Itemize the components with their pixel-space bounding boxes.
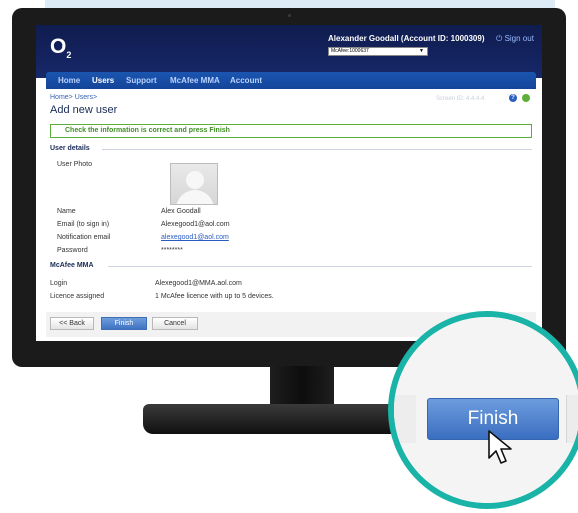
back-button[interactable]: << Back bbox=[50, 317, 94, 330]
zoom-neighbor-button bbox=[566, 395, 578, 443]
email-label: Email (to sign in) bbox=[57, 221, 110, 228]
divider bbox=[102, 149, 532, 150]
breadcrumb[interactable]: Home> Users> bbox=[50, 94, 97, 101]
main-nav: Home Users Support McAfee MMA Account bbox=[46, 72, 536, 89]
nav-users[interactable]: Users bbox=[92, 76, 114, 85]
notification-email-link[interactable]: alexegood1@aol.com bbox=[161, 234, 229, 241]
avatar-head bbox=[186, 171, 204, 189]
nav-account[interactable]: Account bbox=[230, 76, 262, 85]
logo-subscript: 2 bbox=[66, 50, 72, 61]
chevron-down-icon: ▼ bbox=[419, 48, 424, 54]
mouse-cursor-icon bbox=[488, 430, 512, 464]
user-photo-label: User Photo bbox=[57, 161, 93, 168]
page-title: Add new user bbox=[50, 104, 118, 116]
zoom-callout: Finish bbox=[388, 311, 578, 509]
sign-out-link[interactable]: ⏻ Sign out bbox=[496, 34, 534, 44]
nav-support[interactable]: Support bbox=[126, 76, 157, 85]
avatar-body bbox=[176, 190, 214, 204]
finish-button[interactable]: Finish bbox=[101, 317, 147, 330]
nav-home[interactable]: Home bbox=[58, 76, 80, 85]
monitor-neck bbox=[270, 366, 334, 406]
licence-value: 1 McAfee licence with up to 5 devices. bbox=[155, 293, 274, 300]
app-header: O2 Alexander Goodall (Account ID: 100030… bbox=[36, 25, 542, 78]
notification-email-label: Notification email bbox=[57, 234, 111, 241]
password-value: ******** bbox=[161, 247, 183, 254]
nav-mcafee-mma[interactable]: McAfee MMA bbox=[170, 76, 220, 85]
name-value: Alex Goodall bbox=[161, 208, 201, 215]
notice-text: Check the information is correct and pre… bbox=[65, 127, 230, 134]
email-value: Alexegood1@aol.com bbox=[161, 221, 230, 228]
notice-box: Check the information is correct and pre… bbox=[50, 124, 532, 138]
zoom-neighbor-button bbox=[394, 395, 416, 443]
licence-label: Licence assigned bbox=[50, 293, 105, 300]
webcam bbox=[288, 14, 291, 17]
account-select[interactable]: McAfee:1000637 ▼ bbox=[328, 47, 428, 56]
user-photo bbox=[170, 163, 218, 205]
user-details-heading: User details bbox=[50, 145, 90, 152]
power-icon: ⏻ bbox=[496, 34, 503, 43]
screen-id: Screen ID: 4.4.4.4 bbox=[436, 96, 485, 102]
password-label: Password bbox=[57, 247, 88, 254]
sign-out-label: Sign out bbox=[504, 34, 534, 43]
mcafee-heading: McAfee MMA bbox=[50, 262, 94, 269]
monitor-screen: O2 Alexander Goodall (Account ID: 100030… bbox=[36, 25, 542, 341]
logo-letter: O bbox=[50, 35, 67, 58]
help-icon[interactable]: ? bbox=[509, 94, 517, 102]
divider bbox=[108, 266, 532, 267]
name-label: Name bbox=[57, 208, 76, 215]
account-user-name: Alexander Goodall (Account ID: 1000309) bbox=[328, 34, 485, 43]
main-content: Home> Users> Screen ID: 4.4.4.4 ? Add ne… bbox=[46, 91, 536, 341]
account-select-value: McAfee:1000637 bbox=[331, 48, 369, 54]
o2-logo: O2 bbox=[50, 35, 71, 60]
cancel-button[interactable]: Cancel bbox=[152, 317, 198, 330]
leaf-icon[interactable] bbox=[522, 94, 530, 102]
stage: O2 Alexander Goodall (Account ID: 100030… bbox=[0, 0, 578, 513]
login-value: Alexegood1@MMA.aol.com bbox=[155, 280, 242, 287]
login-label: Login bbox=[50, 280, 68, 287]
